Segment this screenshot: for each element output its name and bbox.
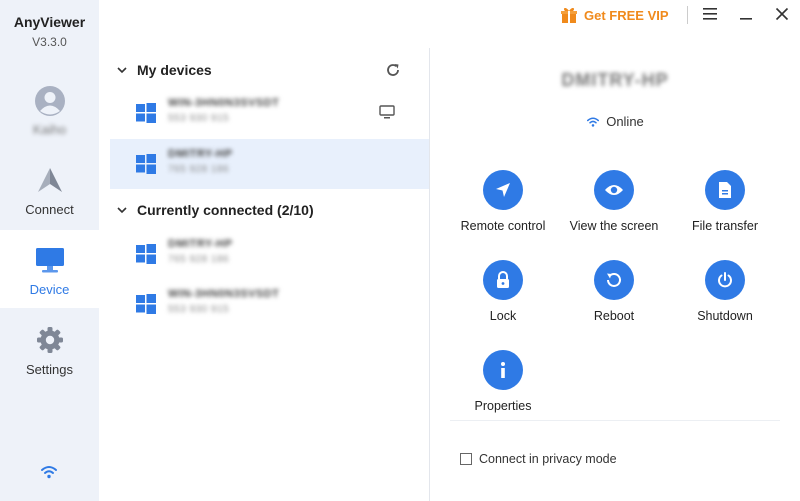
- privacy-mode-label: Connect in privacy mode: [479, 452, 617, 466]
- power-icon: [718, 272, 732, 288]
- list-item[interactable]: WIN-3HN0N3SVSDT 553 930 915: [110, 279, 430, 329]
- menu-button[interactable]: [698, 3, 722, 25]
- info-icon: [501, 362, 505, 378]
- user-avatar-icon: [34, 86, 65, 116]
- list-item[interactable]: DMITRY-HP 765 928 186: [110, 139, 430, 189]
- device-name: WIN-3HN0N3SVSDT: [168, 288, 280, 300]
- device-id: 765 928 186: [168, 164, 230, 175]
- section-title: My devices: [137, 62, 212, 78]
- status-text: Online: [606, 114, 644, 129]
- windows-icon: [136, 244, 156, 264]
- file-icon: [719, 182, 731, 198]
- privacy-mode-checkbox[interactable]: Connect in privacy mode: [460, 452, 617, 466]
- list-item[interactable]: WIN-3HN0N3SVSDT 553 930 915: [110, 88, 430, 138]
- sidebar-item-settings[interactable]: Settings: [0, 310, 99, 388]
- device-name: DMITRY-HP: [168, 238, 233, 250]
- list-item[interactable]: DMITRY-HP 765 928 186: [110, 229, 430, 279]
- sidebar-item-label: Connect: [25, 202, 74, 217]
- send-icon: [496, 183, 510, 197]
- remote-monitor-icon[interactable]: [378, 104, 396, 120]
- minimize-icon: [740, 18, 752, 20]
- reboot-icon: [607, 273, 621, 287]
- sidebar-item-device[interactable]: Device: [0, 230, 99, 308]
- device-id: 553 930 915: [168, 304, 230, 315]
- device-name: WIN-3HN0N3SVSDT: [168, 97, 280, 109]
- windows-icon: [136, 103, 156, 123]
- device-list-panel: My devices WIN-3HN0N3SVSDT 553 930 915 D…: [99, 48, 430, 501]
- user-name: Kaiho: [32, 122, 67, 137]
- device-id: 553 930 915: [168, 113, 230, 124]
- app-version: V3.3.0: [32, 35, 67, 49]
- get-vip-button[interactable]: Get FREE VIP: [560, 5, 669, 25]
- wifi-icon: [587, 117, 600, 127]
- topbar-divider: [687, 6, 688, 24]
- lock-icon: [497, 271, 509, 288]
- gift-icon: [561, 7, 577, 23]
- properties-button[interactable]: Properties: [448, 350, 558, 413]
- gear-icon: [36, 327, 63, 353]
- hamburger-icon: [703, 8, 717, 20]
- sidebar-item-profile[interactable]: Kaiho: [0, 74, 99, 152]
- selected-device-name: DMITRY-HP: [561, 70, 669, 90]
- sidebar: AnyViewer V3.3.0 Kaiho Connect Device Se…: [0, 0, 99, 501]
- device-name: DMITRY-HP: [168, 148, 233, 160]
- lock-button[interactable]: Lock: [448, 260, 558, 323]
- device-id: 765 928 186: [168, 254, 230, 265]
- close-button[interactable]: [770, 3, 794, 25]
- eye-icon: [605, 185, 623, 195]
- my-devices-header[interactable]: My devices: [99, 58, 430, 82]
- refresh-icon[interactable]: [385, 62, 401, 78]
- chevron-down-icon: [117, 67, 127, 74]
- windows-icon: [136, 294, 156, 314]
- sidebar-item-connect[interactable]: Connect: [0, 152, 99, 230]
- sidebar-item-label: Settings: [26, 362, 73, 377]
- shutdown-button[interactable]: Shutdown: [670, 260, 780, 323]
- remote-control-button[interactable]: Remote control: [448, 170, 558, 233]
- detail-divider: [450, 420, 780, 421]
- status-badge: Online: [430, 114, 800, 129]
- checkbox-box[interactable]: [460, 453, 472, 465]
- windows-icon: [136, 154, 156, 174]
- file-transfer-button[interactable]: File transfer: [670, 170, 780, 233]
- wifi-icon: [41, 466, 57, 479]
- view-screen-button[interactable]: View the screen: [559, 170, 669, 233]
- device-detail-panel: DMITRY-HP Online Remote control View the…: [430, 48, 800, 501]
- sidebar-item-label: Device: [29, 282, 70, 297]
- section-title: Currently connected (2/10): [137, 202, 314, 218]
- connected-header[interactable]: Currently connected (2/10): [99, 198, 430, 222]
- avatar: [0, 86, 99, 121]
- vip-label: Get FREE VIP: [584, 7, 669, 23]
- app-title: AnyViewer: [13, 14, 86, 30]
- close-icon: [775, 7, 789, 21]
- chevron-down-icon: [117, 207, 127, 214]
- monitor-icon: [35, 248, 64, 273]
- minimize-button[interactable]: [734, 3, 758, 25]
- connect-icon: [37, 168, 62, 192]
- reboot-button[interactable]: Reboot: [559, 260, 669, 323]
